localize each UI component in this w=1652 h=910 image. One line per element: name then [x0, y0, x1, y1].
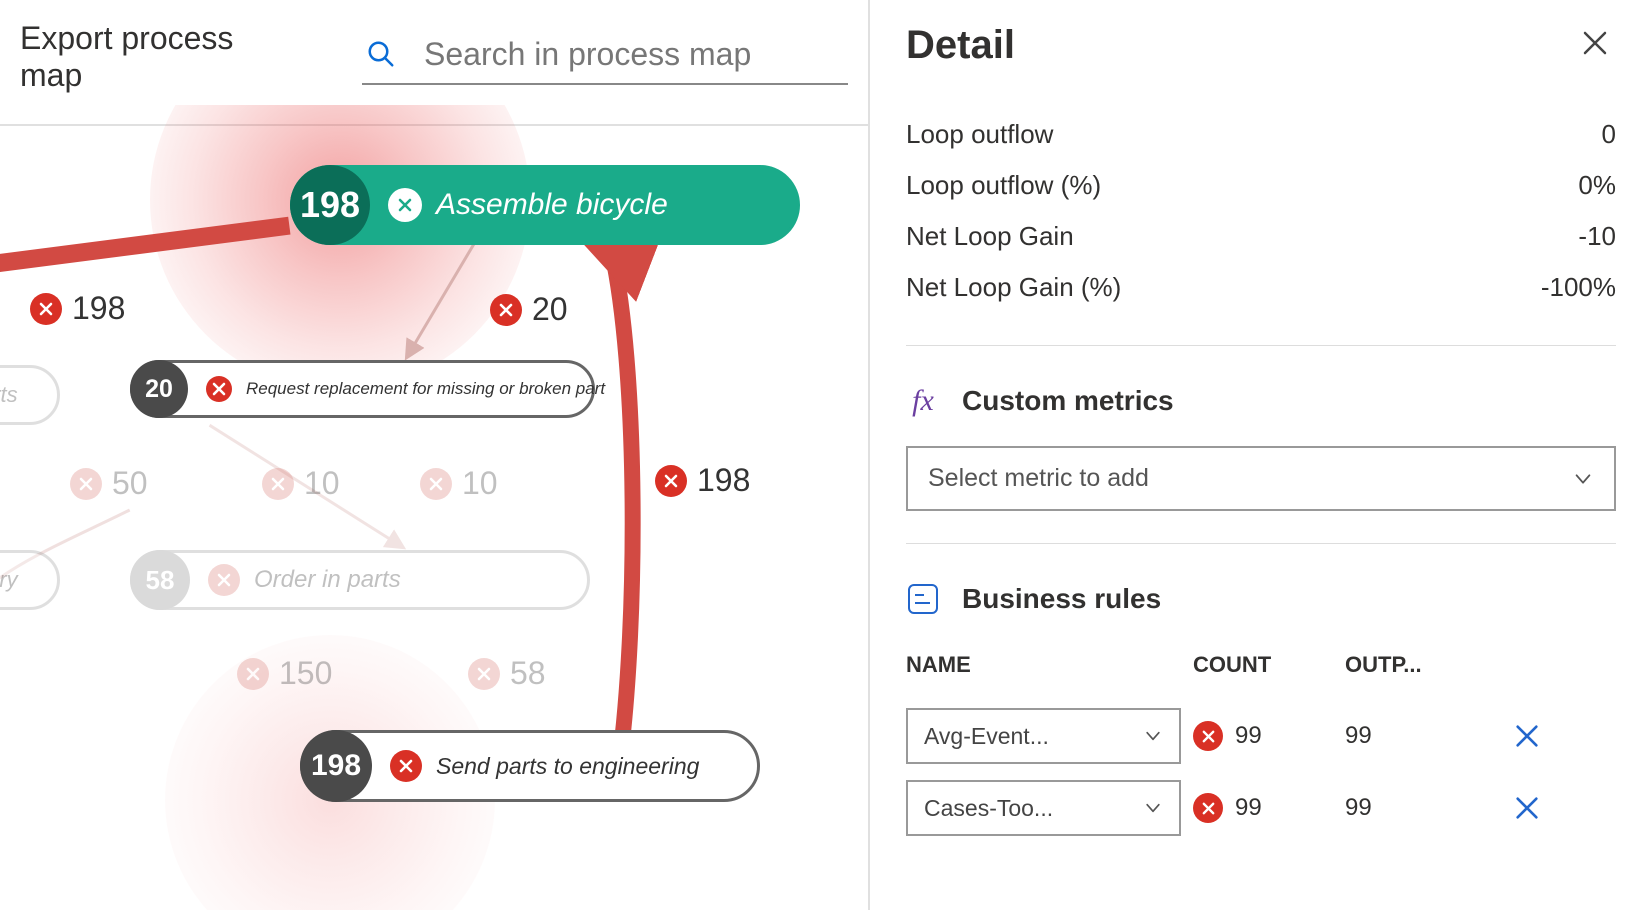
node-request-replacement[interactable]: 20 Request replacement for missing or br… [130, 360, 595, 418]
close-circle-icon [1193, 793, 1223, 823]
custom-metrics-section: fx Custom metrics Select metric to add [906, 345, 1616, 511]
node-label: Order in parts [254, 566, 401, 594]
edge-label: 150 [237, 655, 332, 692]
node-assemble-bicycle[interactable]: 198 Assemble bicycle [290, 165, 800, 245]
search-input[interactable] [424, 36, 844, 73]
col-name: NAME [906, 652, 1181, 678]
node-cut-tory[interactable]: tory [0, 550, 60, 610]
node-label: Request replacement for missing or broke… [246, 379, 605, 399]
metric-value: -10 [1578, 221, 1616, 252]
detail-panel: Detail Loop outflow 0 Loop outflow (%) 0… [870, 0, 1652, 910]
close-circle-icon [468, 658, 500, 690]
edge-label: 10 [262, 465, 340, 502]
close-circle-icon [420, 468, 452, 500]
metric-label: Net Loop Gain [906, 221, 1074, 252]
close-circle-icon [30, 293, 62, 325]
close-circle-icon [655, 465, 687, 497]
close-circle-icon [490, 294, 522, 326]
detail-title: Detail [906, 23, 1015, 68]
node-label: Send parts to engineering [436, 753, 699, 780]
business-rules-icon [906, 582, 940, 616]
rule-output: 99 [1345, 722, 1485, 750]
select-metric-dropdown[interactable]: Select metric to add [906, 446, 1616, 511]
close-circle-icon [388, 188, 422, 222]
close-circle-icon [390, 750, 422, 782]
rule-count: 99 [1235, 794, 1262, 822]
close-icon [1580, 28, 1610, 58]
fx-icon: fx [906, 384, 940, 418]
metric-label: Loop outflow (%) [906, 170, 1101, 201]
edge-label: 198 [30, 290, 125, 327]
close-circle-icon [237, 658, 269, 690]
node-label: tory [0, 567, 18, 593]
x-icon [1513, 794, 1541, 822]
edge-label: 10 [420, 465, 498, 502]
metric-value: -100% [1541, 272, 1616, 303]
rule-row: Cases-Too... 99 99 [906, 772, 1616, 844]
edge-count: 150 [279, 655, 332, 692]
close-circle-icon [262, 468, 294, 500]
close-circle-icon [1193, 721, 1223, 751]
remove-rule-button[interactable] [1497, 722, 1557, 750]
edge-label: 50 [70, 465, 148, 502]
rule-row: Avg-Event... 99 99 [906, 700, 1616, 772]
node-count: 58 [130, 550, 190, 610]
node-send-parts-engineering[interactable]: 198 Send parts to engineering [300, 730, 760, 802]
rules-table-header: NAME COUNT OUTP... [906, 644, 1616, 686]
node-count: 198 [290, 165, 370, 245]
process-map-canvas[interactable]: 198 Assemble bicycle 20 Request replacem… [0, 105, 868, 910]
edge-label: 198 [655, 462, 750, 499]
edge-label: 20 [490, 291, 568, 328]
edge-count: 198 [697, 462, 750, 499]
rule-count: 99 [1235, 722, 1262, 750]
col-output: OUTP... [1345, 652, 1485, 678]
node-label: Assemble bicycle [436, 188, 668, 222]
node-count: 198 [300, 730, 372, 802]
section-title: Business rules [962, 583, 1161, 615]
edge-count: 10 [304, 465, 340, 502]
metric-row: Loop outflow 0 [906, 109, 1616, 160]
search-wrapper[interactable] [362, 30, 848, 85]
node-label: arts [0, 382, 18, 408]
edge-count: 198 [72, 290, 125, 327]
metric-label: Loop outflow [906, 119, 1053, 150]
metric-value: 0 [1602, 119, 1616, 150]
metric-label: Net Loop Gain (%) [906, 272, 1121, 303]
metric-row: Net Loop Gain -10 [906, 211, 1616, 262]
metric-value: 0% [1578, 170, 1616, 201]
remove-rule-button[interactable] [1497, 794, 1557, 822]
edge-count: 50 [112, 465, 148, 502]
process-map-pane: Export process map [0, 0, 870, 910]
metric-row: Net Loop Gain (%) -100% [906, 262, 1616, 313]
x-icon [1513, 722, 1541, 750]
search-icon [366, 39, 396, 69]
chevron-down-icon [1572, 468, 1594, 490]
export-process-map[interactable]: Export process map [20, 20, 302, 94]
close-circle-icon [70, 468, 102, 500]
rule-name: Cases-Too... [924, 795, 1053, 822]
chevron-down-icon [1143, 726, 1163, 746]
edge-count: 10 [462, 465, 498, 502]
rule-output: 99 [1345, 794, 1485, 822]
metric-row: Loop outflow (%) 0% [906, 160, 1616, 211]
edge-count: 58 [510, 655, 546, 692]
chevron-down-icon [1143, 798, 1163, 818]
dropdown-placeholder: Select metric to add [928, 464, 1149, 493]
col-count: COUNT [1193, 652, 1333, 678]
edge-label: 58 [468, 655, 546, 692]
node-order-in-parts[interactable]: 58 Order in parts [130, 550, 590, 610]
edge-count: 20 [532, 291, 568, 328]
section-title: Custom metrics [962, 385, 1174, 417]
rule-name-dropdown[interactable]: Cases-Too... [906, 780, 1181, 836]
node-cut-arts[interactable]: arts [0, 365, 60, 425]
business-rules-section: Business rules NAME COUNT OUTP... Avg-Ev… [906, 543, 1616, 844]
close-circle-icon [208, 564, 240, 596]
heat-ring [150, 105, 530, 390]
close-circle-icon [206, 376, 232, 402]
node-count: 20 [130, 360, 188, 418]
rule-name: Avg-Event... [924, 723, 1049, 750]
rule-name-dropdown[interactable]: Avg-Event... [906, 708, 1181, 764]
close-button[interactable] [1574, 22, 1616, 69]
